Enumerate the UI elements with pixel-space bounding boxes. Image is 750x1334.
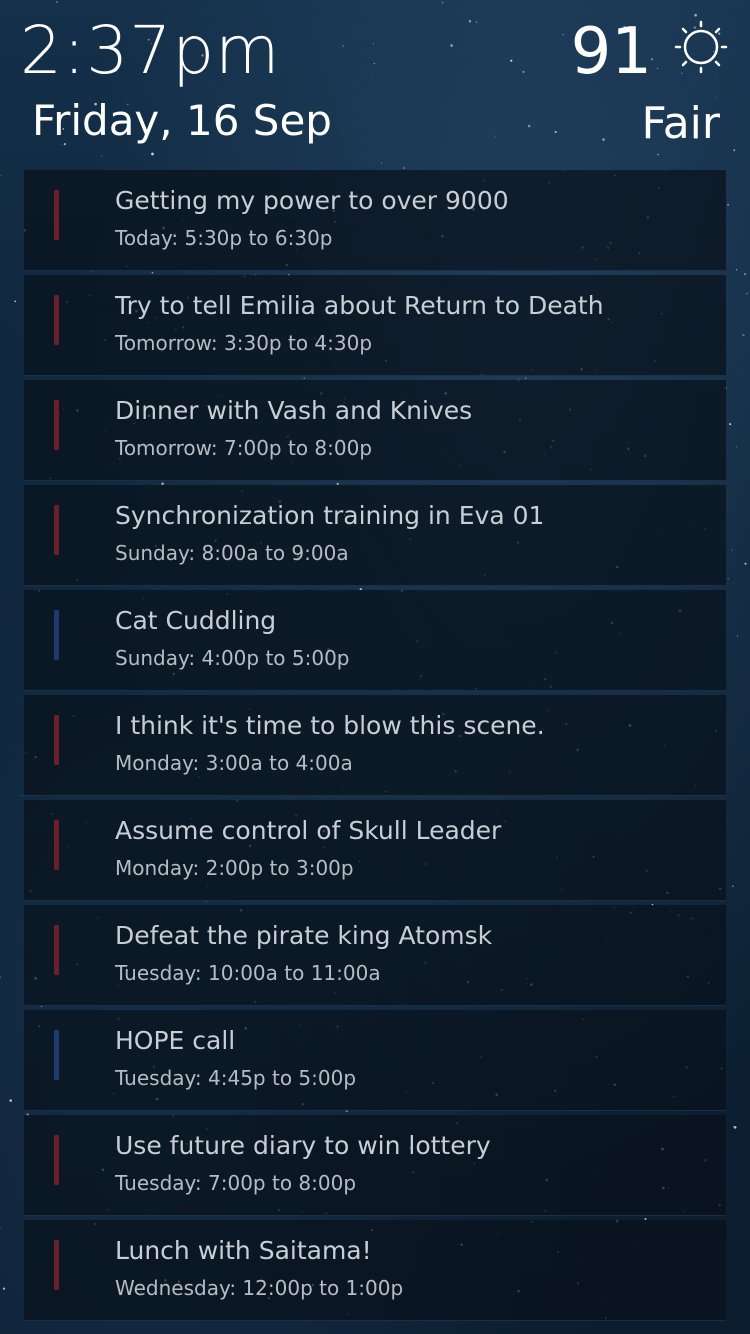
- event-time: Tomorrow: 7:00p to 8:00p: [115, 436, 373, 460]
- event-title: Defeat the pirate king Atomsk: [115, 921, 493, 950]
- event-row[interactable]: Defeat the pirate king Atomsk Tuesday: 10…: [24, 905, 726, 1006]
- event-color-bar: [54, 505, 59, 555]
- event-title: Assume control of Skull Leader: [115, 816, 502, 845]
- event-title: Dinner with Vash and Knives: [115, 396, 473, 425]
- event-title: Lunch with Saitama!: [115, 1236, 372, 1265]
- event-row[interactable]: Cat Cuddling Sunday: 4:00p to 5:00p: [24, 590, 726, 691]
- event-time: Tuesday: 7:00p to 8:00p: [115, 1171, 357, 1195]
- event-list: Getting my power to over 9000 Today: 5:30…: [24, 170, 726, 1325]
- event-row[interactable]: Try to tell Emilia about Return to Death…: [24, 275, 726, 376]
- event-time: Tuesday: 4:45p to 5:00p: [115, 1066, 357, 1090]
- event-time: Wednesday: 12:00p to 1:00p: [115, 1276, 404, 1300]
- event-title: Getting my power to over 9000: [115, 186, 509, 215]
- event-row[interactable]: Getting my power to over 9000 Today: 5:30…: [24, 170, 726, 271]
- clock-time: 2:37pm: [20, 12, 281, 89]
- sun-icon: [674, 20, 728, 74]
- event-color-bar: [54, 295, 59, 345]
- event-time: Monday: 3:00a to 4:00a: [115, 751, 353, 775]
- event-color-bar: [54, 1135, 59, 1185]
- event-color-bar: [54, 610, 59, 660]
- clock-date: Friday, 16 Sep: [32, 96, 332, 145]
- status-header: 2:37pm Friday, 16 Sep 91 Fair: [0, 0, 750, 170]
- event-title: Cat Cuddling: [115, 606, 277, 635]
- event-title: Try to tell Emilia about Return to Death: [115, 291, 604, 320]
- event-color-bar: [54, 400, 59, 450]
- event-row[interactable]: HOPE call Tuesday: 4:45p to 5:00p: [24, 1010, 726, 1111]
- event-row[interactable]: I think it's time to blow this scene. Mon…: [24, 695, 726, 796]
- event-row[interactable]: Synchronization training in Eva 01 Sunday…: [24, 485, 726, 586]
- event-title: Synchronization training in Eva 01: [115, 501, 545, 530]
- event-time: Today: 5:30p to 6:30p: [115, 226, 333, 250]
- event-color-bar: [54, 1030, 59, 1080]
- event-color-bar: [54, 715, 59, 765]
- event-color-bar: [54, 925, 59, 975]
- event-row[interactable]: Dinner with Vash and Knives Tomorrow: 7:0…: [24, 380, 726, 481]
- event-title: I think it's time to blow this scene.: [115, 711, 545, 740]
- event-row[interactable]: Use future diary to win lottery Tuesday: …: [24, 1115, 726, 1216]
- event-time: Tomorrow: 3:30p to 4:30p: [115, 331, 373, 355]
- event-time: Tuesday: 10:00a to 11:00a: [115, 961, 381, 985]
- event-time: Sunday: 4:00p to 5:00p: [115, 646, 350, 670]
- event-time: Sunday: 8:00a to 9:00a: [115, 541, 349, 565]
- event-row[interactable]: Lunch with Saitama! Wednesday: 12:00p to …: [24, 1220, 726, 1321]
- event-color-bar: [54, 820, 59, 870]
- weather-temperature: 91: [570, 15, 652, 89]
- event-color-bar: [54, 1240, 59, 1290]
- event-color-bar: [54, 190, 59, 240]
- weather-condition: Fair: [641, 98, 720, 149]
- event-row[interactable]: Assume control of Skull Leader Monday: 2:…: [24, 800, 726, 901]
- event-time: Monday: 2:00p to 3:00p: [115, 856, 354, 880]
- event-title: HOPE call: [115, 1026, 236, 1055]
- event-title: Use future diary to win lottery: [115, 1131, 491, 1160]
